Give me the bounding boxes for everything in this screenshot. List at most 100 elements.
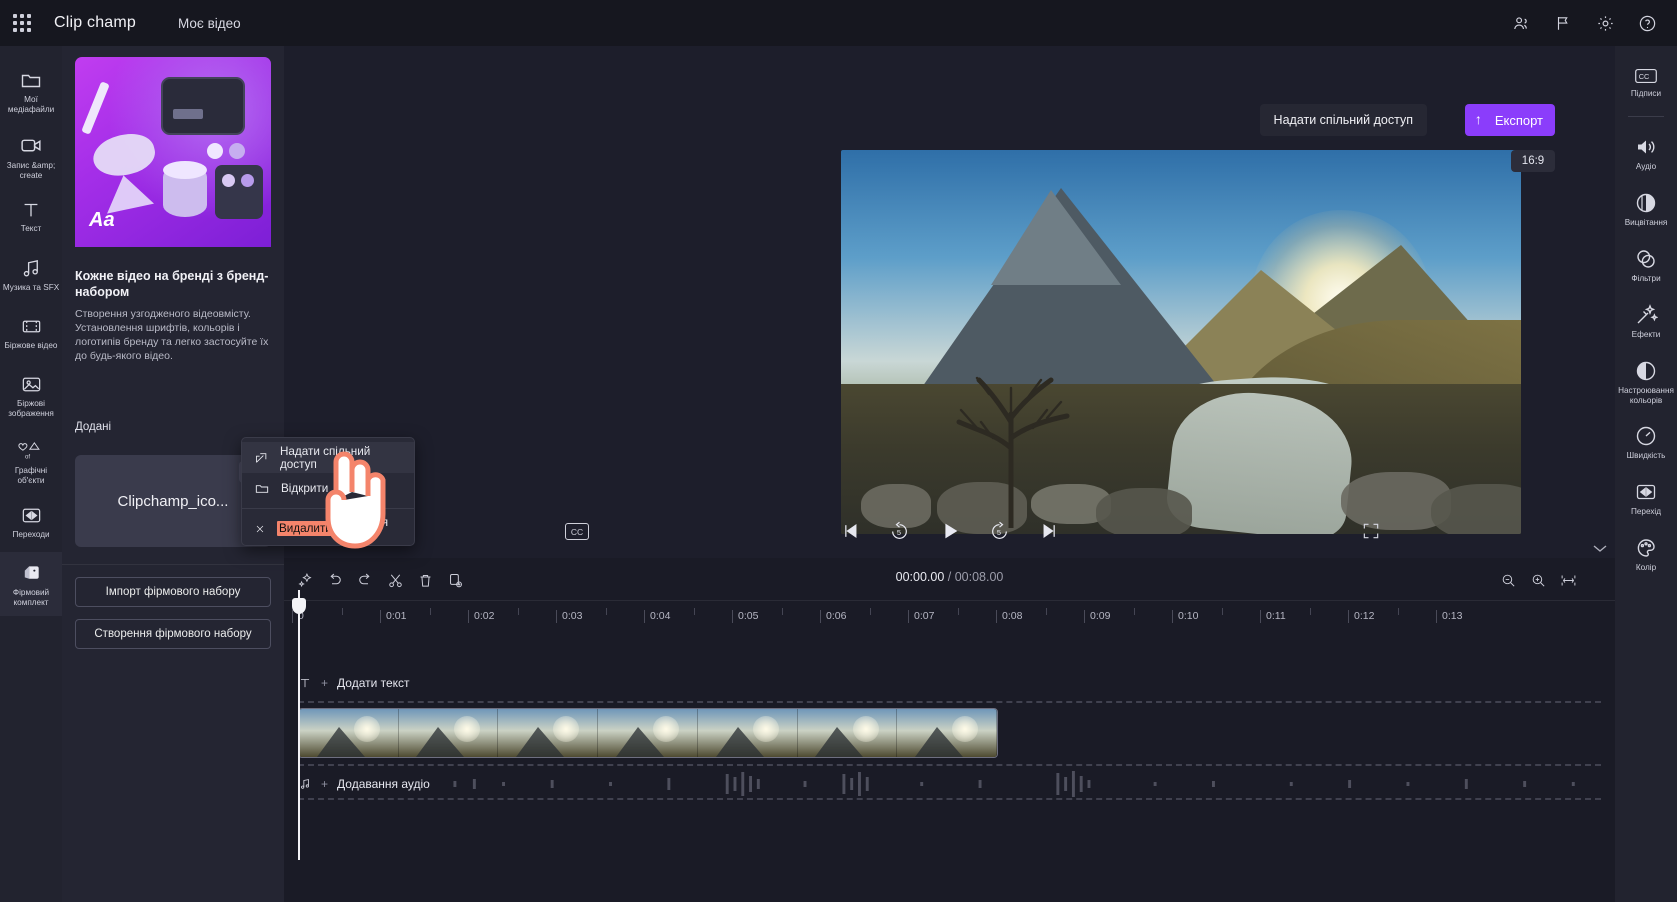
sidebar-item-music-sfx[interactable]: Музика та SFX (0, 247, 62, 305)
fullscreen-button[interactable] (1361, 521, 1383, 543)
sidebar-item-label: Запис &amp; create (6, 161, 56, 180)
sidebar-item-stock-images[interactable]: Біржові зображення (0, 363, 62, 427)
section-title-added: Додані (75, 421, 112, 433)
svg-text:5: 5 (997, 528, 1001, 537)
promo-body: Кожне відео на бренді з бренд-набором Ст… (75, 268, 275, 363)
sidebar-item-speed[interactable]: Швидкість (1615, 414, 1677, 470)
sidebar-item-graphics[interactable]: of Графічні об'єкти (0, 427, 62, 494)
audio-track-dashline-bottom (298, 798, 1601, 800)
sidebar-item-label: Переходи (12, 530, 50, 539)
undo-button[interactable] (322, 567, 348, 593)
tree-layer (937, 318, 1087, 528)
zoom-in-button[interactable] (1525, 567, 1551, 593)
sidebar-item-color-adjust[interactable]: Настроювання кольорів (1615, 349, 1677, 414)
help-icon[interactable] (1629, 5, 1665, 41)
captions-toggle[interactable]: CC (565, 523, 589, 540)
people-icon[interactable] (1503, 5, 1539, 41)
skip-end-button[interactable] (1037, 518, 1063, 544)
playback-controls: 5 5 (837, 518, 1063, 544)
sidebar-item-text[interactable]: Текст (0, 189, 62, 247)
gear-icon[interactable] (1587, 5, 1623, 41)
redo-button[interactable] (352, 567, 378, 593)
top-bar-actions (1503, 5, 1677, 41)
duplicate-button[interactable] (442, 567, 468, 593)
fit-to-screen-button[interactable] (1555, 567, 1581, 593)
menu-item-delete[interactable]: Видалити скачення об'єкт (242, 513, 414, 544)
sidebar-item-transitions[interactable]: Переходи (0, 494, 62, 552)
menu-item-open[interactable]: Відкрити (242, 473, 414, 504)
clipchamp-editor: Clip champ Моє відео Мої медіафайли Запи… (0, 0, 1677, 902)
rewind-5-button[interactable]: 5 (887, 518, 913, 544)
brand-logo[interactable]: Clip champ (54, 14, 136, 32)
project-name[interactable]: Моє відео (178, 16, 241, 31)
ruler-minor-tick (782, 608, 783, 615)
chevron-down-icon (1593, 545, 1607, 552)
total-time: / 00:08.00 (947, 570, 1004, 584)
timeline-ruler[interactable]: 0 0:01 0:02 0:03 0:04 0:05 0:06 0:07 0:0… (284, 600, 1615, 630)
sidebar-item-audio[interactable]: Аудіо (1615, 125, 1677, 181)
video-preview[interactable] (841, 150, 1521, 534)
ruler-tick: 0:09 (1083, 610, 1111, 623)
sidebar-item-my-media[interactable]: Мої медіафайли (0, 58, 62, 123)
rewind-5-icon: 5 (892, 521, 907, 539)
playhead-knob[interactable] (292, 598, 306, 614)
ruler-tick: 0:07 (907, 610, 935, 623)
music-icon (23, 259, 38, 277)
timecode-display: 00:00.00 / 00:08.00 (896, 570, 1004, 584)
video-clip[interactable] (298, 708, 998, 758)
aspect-ratio-button[interactable]: 16:9 (1511, 150, 1555, 172)
app-launcher-icon[interactable] (0, 14, 44, 32)
timeline: 00:00.00 / 00:08.00 0 0:01 0:02 0:03 0:0… (284, 558, 1615, 902)
palette-icon (1637, 539, 1655, 557)
delete-button[interactable] (412, 567, 438, 593)
sidebar-item-label: Вицвітання (1624, 218, 1668, 227)
menu-item-share[interactable]: Надати спільний доступ (242, 442, 414, 473)
svg-text:of: of (25, 454, 30, 460)
audio-track-dashline-top (298, 764, 1601, 766)
sidebar-item-fade[interactable]: Вицвітання (1615, 181, 1677, 237)
sidebar-item-color[interactable]: Колір (1615, 526, 1677, 582)
forward-5-button[interactable]: 5 (987, 518, 1013, 544)
import-brandkit-button[interactable]: Імпорт фірмового набору (75, 577, 271, 607)
sidebar-item-record-create[interactable]: Запис &amp; create (0, 123, 62, 189)
sidebar-item-filters[interactable]: Фільтри (1615, 237, 1677, 293)
effects-icon (1637, 304, 1658, 324)
skip-start-button[interactable] (837, 518, 863, 544)
sidebar-item-stock-video[interactable]: Біржове відео (0, 305, 62, 363)
sidebar-item-effects[interactable]: Ефекти (1615, 293, 1677, 349)
undo-icon (330, 573, 341, 585)
play-button[interactable] (937, 518, 963, 544)
menu-item-suffix: скачення об'єкт (338, 515, 389, 542)
cylinder-top-shape (163, 161, 207, 179)
share-icon (256, 452, 267, 463)
flag-icon[interactable] (1545, 5, 1581, 41)
add-text-plus: + (321, 676, 329, 690)
share-button[interactable]: Надати спільний доступ (1259, 104, 1427, 136)
export-button[interactable]: ↑ Експорт (1464, 104, 1555, 136)
magic-tool-button[interactable] (292, 567, 318, 593)
sidebar-item-transition[interactable]: Перехід (1615, 470, 1677, 526)
audio-track-row[interactable]: + Додавання аудіо (298, 770, 1601, 798)
blob-shape (89, 128, 159, 182)
ruler-tick: 0:13 (1435, 610, 1463, 623)
image-icon (22, 377, 40, 392)
ruler-minor-tick (342, 608, 343, 615)
sidebar-item-label: Графічні об'єкти (14, 466, 48, 485)
sidebar-item-label: Ефекти (1631, 330, 1661, 339)
create-brandkit-button[interactable]: Створення фірмового набору (75, 619, 271, 649)
sidebar-item-label: Перехід (1630, 507, 1662, 516)
zoom-out-button[interactable] (1495, 567, 1521, 593)
scissors-icon (388, 574, 402, 587)
clip-thumbnail (498, 709, 599, 757)
sidebar-item-label: Підписи (1630, 89, 1662, 98)
ruler-minor-tick (518, 608, 519, 615)
split-button[interactable] (382, 567, 408, 593)
text-track-row[interactable]: + Додати текст (298, 668, 1601, 698)
playhead[interactable] (292, 590, 306, 860)
sidebar-item-label: Фільтри (1631, 274, 1661, 283)
zoom-in-icon (1532, 574, 1545, 587)
sidebar-item-brand-kit[interactable]: Фірмовий комплект (0, 552, 62, 616)
sidebar-item-captions[interactable]: CC Підписи (1615, 56, 1677, 112)
promo-illustration: Aa (75, 57, 271, 247)
menu-item-label: Видалити (276, 521, 334, 536)
